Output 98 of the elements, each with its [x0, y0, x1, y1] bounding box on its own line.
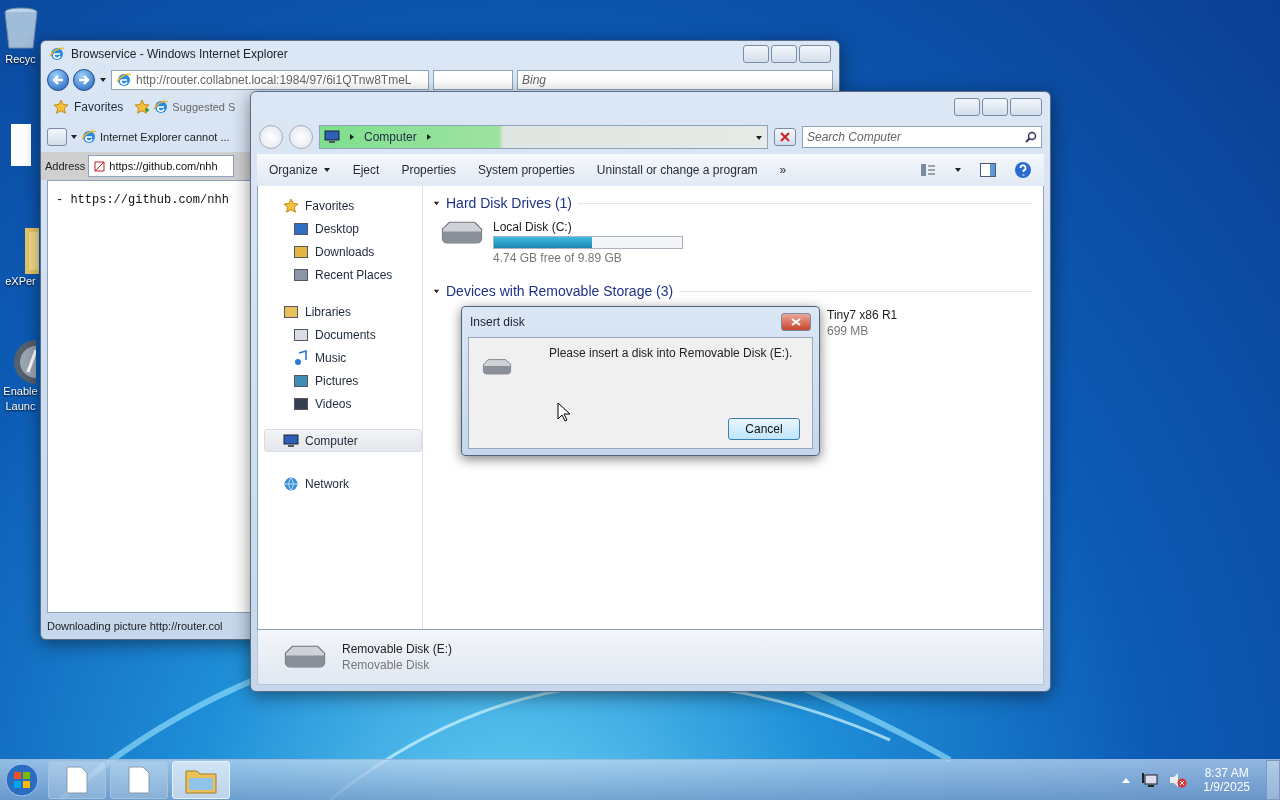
favorites-button[interactable]: Favorites [45, 94, 132, 120]
forward-button[interactable] [73, 68, 95, 91]
blocked-icon [93, 160, 106, 172]
group-title: Hard Disk Drives (1) [446, 195, 572, 211]
details-name: Removable Disk (E:) [342, 642, 453, 656]
details-type: Removable Disk [342, 658, 431, 672]
collapse-caret-icon[interactable] [433, 199, 440, 207]
toolbar-button[interactable]: Uninstall or change a program [588, 157, 766, 183]
address-field[interactable]: http://router.collabnet.local:1984/97/6i1QTnw8TmeL [111, 69, 429, 90]
maximize-button[interactable] [982, 98, 1008, 116]
star-add-icon [134, 99, 151, 115]
network-monitor-icon[interactable] [1141, 772, 1160, 788]
caret-icon [70, 133, 78, 141]
collapse-caret-icon[interactable] [433, 287, 440, 295]
suggested-sites-link[interactable]: Suggested S [172, 101, 236, 113]
caret-icon [424, 133, 433, 141]
nav-item[interactable]: Documents [264, 323, 422, 346]
speaker-muted-icon[interactable] [1169, 772, 1188, 788]
close-icon [791, 318, 801, 326]
page-text: - https://github.com/nhh [56, 193, 229, 209]
breadcrumb-item[interactable]: Computer [364, 130, 417, 144]
nav-item[interactable]: Computer [264, 429, 422, 452]
search-field[interactable]: Search Computer [802, 126, 1042, 148]
arrow-left-icon [51, 72, 65, 87]
breadcrumb-bar[interactable]: Computer [319, 125, 768, 149]
star-icon [283, 197, 299, 214]
caret-icon [99, 75, 107, 84]
nav-item[interactable]: Music [264, 346, 422, 369]
toolbar-button[interactable]: Organize [261, 157, 339, 183]
show-desktop-button[interactable] [1266, 760, 1280, 800]
drive-name[interactable]: Tiny7 x86 R1 [827, 308, 898, 322]
caret-icon [755, 134, 763, 142]
toolbar-button[interactable]: Properties [393, 157, 465, 183]
search-icon [1025, 131, 1037, 143]
help-icon[interactable] [1014, 161, 1032, 179]
star-icon [53, 99, 69, 115]
group-title: Devices with Removable Storage (3) [446, 283, 674, 299]
nav-item[interactable]: Videos [264, 392, 422, 415]
toolbar-button[interactable]: Eject [344, 157, 388, 183]
preview-pane-icon[interactable] [980, 163, 996, 177]
mouse-pointer-icon [557, 402, 571, 422]
status-text: Downloading picture http://router.col [47, 620, 223, 632]
monitor-icon [283, 432, 299, 449]
address-tools-field[interactable] [433, 69, 513, 90]
page-address-field[interactable]: https://github.com/nhh [88, 155, 235, 177]
drive-size: 699 MB [827, 324, 870, 338]
nav-item[interactable]: Network [264, 472, 422, 495]
maximize-button[interactable] [771, 45, 797, 63]
stop-button[interactable] [774, 128, 796, 146]
caret-icon [348, 133, 356, 141]
minimize-button[interactable] [743, 45, 769, 63]
nav-item[interactable]: Pictures [264, 369, 422, 392]
monitor-icon [324, 129, 340, 145]
toolbar-button[interactable]: System properties [470, 157, 583, 183]
drive-icon [282, 644, 328, 670]
caret-icon [954, 166, 962, 174]
cancel-button[interactable]: Cancel [728, 418, 800, 440]
nav-item[interactable]: Recent Places [264, 263, 422, 286]
dialog-message: Please insert a disk into Removable Disk (E:). [549, 346, 793, 360]
caret-up-icon[interactable] [1121, 776, 1132, 784]
drive-icon [439, 220, 485, 246]
globe-e-icon [153, 99, 170, 115]
close-button[interactable] [799, 45, 831, 63]
minimize-button[interactable] [954, 98, 980, 116]
dialog-title: Insert disk [470, 315, 526, 329]
address-label: Address [45, 160, 86, 172]
globe-e-icon [116, 71, 132, 88]
desktop-icon-label[interactable]: Recyc [5, 52, 36, 67]
nav-item[interactable]: Desktop [264, 217, 422, 240]
drive-name[interactable]: Local Disk (C:) [493, 220, 683, 234]
caret-icon [433, 199, 440, 207]
window-title: Browservice - Windows Internet Explorer [71, 47, 289, 61]
taskbar-button[interactable] [48, 761, 106, 799]
globe-e-icon [81, 129, 97, 145]
windows-logo-icon [5, 763, 39, 797]
search-field[interactable]: Bing [517, 69, 833, 90]
taskbar-button[interactable] [110, 761, 168, 799]
back-button[interactable] [47, 68, 69, 91]
music-note-icon [293, 349, 309, 366]
more-button[interactable]: » [771, 157, 795, 183]
nav-item[interactable]: Downloads [264, 240, 422, 263]
nav-item[interactable]: Libraries [264, 300, 422, 323]
arrow-right-icon [77, 72, 91, 87]
view-options-icon[interactable] [920, 163, 936, 177]
close-icon [780, 132, 790, 142]
caret-icon [433, 287, 440, 295]
drive-icon [481, 358, 513, 376]
tab-grid-button[interactable] [47, 128, 67, 146]
nav-item[interactable]: Favorites [264, 194, 422, 217]
caret-icon [322, 166, 331, 174]
browser-tab[interactable]: Internet Explorer cannot ... [100, 131, 230, 143]
close-button[interactable] [1010, 98, 1042, 116]
globe-e-icon [49, 46, 65, 62]
close-button[interactable] [781, 313, 811, 331]
globe-icon [283, 475, 299, 492]
drive-size: 4.74 GB free of 9.89 GB [493, 251, 623, 265]
desktop-icon-label[interactable]: Enable Launc [3, 384, 38, 414]
desktop-icon-label[interactable]: eXPer [5, 274, 36, 289]
